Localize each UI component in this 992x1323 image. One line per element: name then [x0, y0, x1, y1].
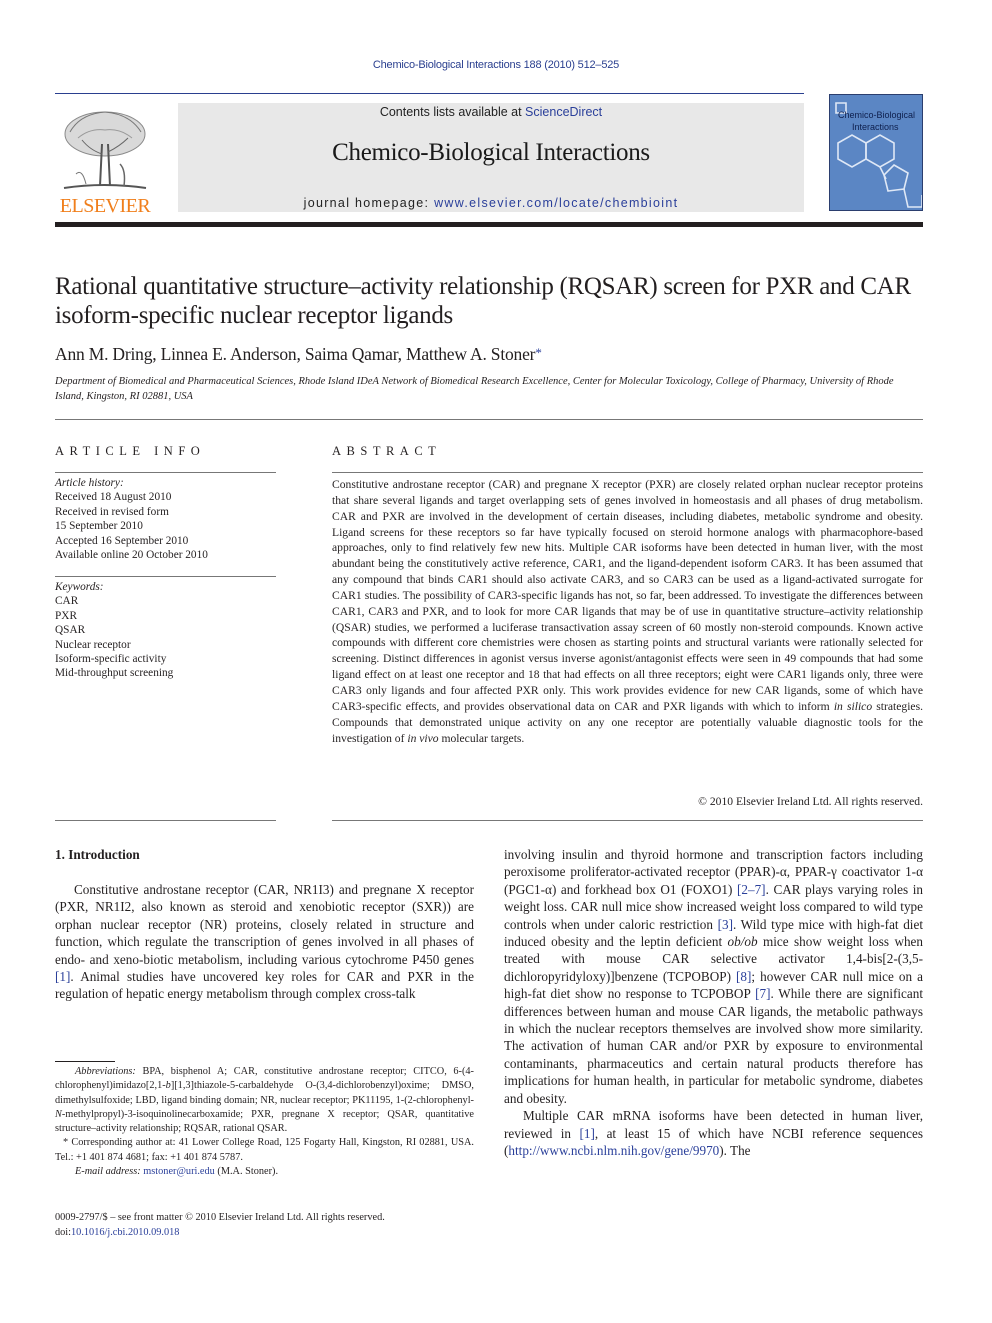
- abstract-body: Constitutive androstane receptor (CAR) a…: [332, 477, 923, 746]
- journal-cover-thumbnail[interactable]: Chemico-Biological Interactions: [829, 94, 923, 211]
- masthead-thick-rule: [55, 222, 923, 227]
- keyword-item: CAR: [55, 595, 79, 608]
- paragraph: Constitutive androstane receptor (CAR, N…: [55, 881, 474, 1003]
- article-info-rule: [55, 472, 276, 473]
- abstract-heading: ABSTRACT: [332, 444, 442, 458]
- history-item: 15 September 2010: [55, 520, 143, 533]
- history-item: Received in revised form: [55, 505, 169, 518]
- author-email-link[interactable]: mstoner@uri.edu: [143, 1166, 215, 1177]
- paragraph: involving insulin and thyroid hormone an…: [504, 846, 923, 1107]
- doi-link[interactable]: 10.1016/j.cbi.2010.09.018: [71, 1227, 179, 1238]
- corresponding-author-mark[interactable]: *: [535, 345, 542, 360]
- keyword-item: QSAR: [55, 624, 86, 637]
- email-footnote: E-mail address: mstoner@uri.edu (M.A. St…: [55, 1165, 474, 1179]
- keyword-item: Mid-throughput screening: [55, 667, 174, 680]
- abstract-top-rule: [332, 472, 923, 473]
- abstract-italic: in silico: [833, 699, 873, 713]
- keyword-item: Isoform-specific activity: [55, 653, 167, 666]
- reference-link[interactable]: [2–7]: [737, 882, 766, 897]
- cover-title-line1: Chemico-Biological: [838, 110, 916, 120]
- issn-line: 0009-2797/$ – see front matter © 2010 El…: [55, 1212, 385, 1223]
- abstract-italic: in vivo: [407, 731, 439, 745]
- author-list: Ann M. Dring, Linnea E. Anderson, Saima …: [55, 344, 542, 365]
- abstract-text: Constitutive androstane receptor (CAR) a…: [332, 478, 923, 713]
- reference-link[interactable]: [1]: [579, 1126, 594, 1141]
- footnotes: Abbreviations: BPA, bisphenol A; CAR, co…: [55, 1065, 474, 1179]
- article-title: Rational quantitative structure–activity…: [55, 273, 911, 329]
- history-item: Available online 20 October 2010: [55, 549, 208, 562]
- history-item: Received 18 August 2010: [55, 491, 172, 504]
- affiliation-rule: [55, 419, 923, 420]
- article-info-heading: ARTICLE INFO: [55, 444, 206, 458]
- journal-masthead: Contents lists available at ScienceDirec…: [178, 103, 804, 212]
- keyword-item: PXR: [55, 609, 77, 622]
- introduction-column-2: involving insulin and thyroid hormone an…: [504, 846, 923, 1159]
- footnote-text: -methylpropyl)-3-isoquinolinecarboxamide…: [55, 1108, 474, 1135]
- reference-link[interactable]: [3]: [718, 917, 733, 932]
- doi-prefix: doi:: [55, 1226, 72, 1238]
- sciencedirect-link[interactable]: ScienceDirect: [525, 105, 602, 119]
- journal-homepage-link[interactable]: www.elsevier.com/locate/chembioint: [434, 196, 678, 210]
- elsevier-logo[interactable]: ELSEVIER: [54, 104, 156, 217]
- body-text: . While there are significant difference…: [504, 986, 924, 1106]
- doi-line: doi:10.1016/j.cbi.2010.09.018: [55, 1226, 495, 1241]
- abbreviations-footnote: Abbreviations: BPA, bisphenol A; CAR, co…: [55, 1065, 474, 1136]
- keywords: Keywords: CAR PXR QSAR Nuclear receptor …: [55, 580, 276, 681]
- homepage-prefix: journal homepage:: [303, 196, 435, 210]
- reference-link[interactable]: [7]: [755, 986, 770, 1001]
- abstract-text: molecular targets.: [438, 731, 525, 745]
- footnote-italic: N: [55, 1108, 62, 1120]
- contents-prefix: Contents lists available at: [379, 105, 526, 119]
- italic-term: ob/ob: [727, 934, 758, 950]
- abstract-copyright: © 2010 Elsevier Ireland Ltd. All rights …: [698, 795, 923, 808]
- article-info-bottom-rule: [55, 820, 276, 821]
- keywords-rule: [55, 576, 276, 577]
- affiliation: Department of Biomedical and Pharmaceuti…: [55, 376, 894, 402]
- publisher-wordmark: ELSEVIER: [59, 195, 151, 217]
- article-history: Article history: Received 18 August 2010…: [55, 476, 276, 562]
- header-rule: [55, 93, 804, 94]
- body-text: Constitutive androstane receptor (CAR, N…: [55, 882, 474, 967]
- cover-title-line2: Interactions: [852, 122, 899, 132]
- footnote-rule: [55, 1061, 115, 1062]
- abbreviations-label: Abbreviations:: [75, 1066, 136, 1077]
- introduction-column-1: Constitutive androstane receptor (CAR, N…: [55, 881, 474, 1003]
- section-heading-introduction: 1. Introduction: [55, 847, 140, 862]
- email-label: E-mail address:: [75, 1166, 141, 1178]
- authors-text: Ann M. Dring, Linnea E. Anderson, Saima …: [55, 344, 536, 364]
- running-head-citation[interactable]: Chemico-Biological Interactions 188 (201…: [0, 59, 992, 71]
- history-item: Accepted 16 September 2010: [55, 534, 189, 547]
- email-suffix: (M.A. Stoner).: [214, 1166, 279, 1178]
- keyword-item: Nuclear receptor: [55, 638, 131, 651]
- reference-link[interactable]: [1]: [55, 969, 70, 984]
- front-matter: 0009-2797/$ – see front matter © 2010 El…: [55, 1211, 495, 1240]
- ncbi-gene-link[interactable]: http://www.ncbi.nlm.nih.gov/gene/9970: [508, 1143, 719, 1158]
- keywords-label: Keywords:: [55, 581, 104, 593]
- body-text: . Animal studies have uncovered key role…: [55, 969, 474, 1002]
- corresponding-author-footnote: * Corresponding author at: 41 Lower Coll…: [55, 1137, 474, 1163]
- journal-title: Chemico-Biological Interactions: [332, 139, 650, 166]
- history-label: Article history:: [55, 477, 124, 489]
- homepage-line: journal homepage: www.elsevier.com/locat…: [178, 196, 804, 210]
- abstract-bottom-rule: [332, 820, 923, 821]
- elsevier-tree-icon: [63, 111, 147, 189]
- cover-title: Chemico-Biological Interactions: [838, 109, 915, 133]
- reference-link[interactable]: [8]: [736, 969, 751, 984]
- paragraph: Multiple CAR mRNA isoforms have been det…: [504, 1107, 923, 1159]
- contents-line: Contents lists available at ScienceDirec…: [178, 104, 804, 120]
- body-text: ). The: [719, 1142, 751, 1158]
